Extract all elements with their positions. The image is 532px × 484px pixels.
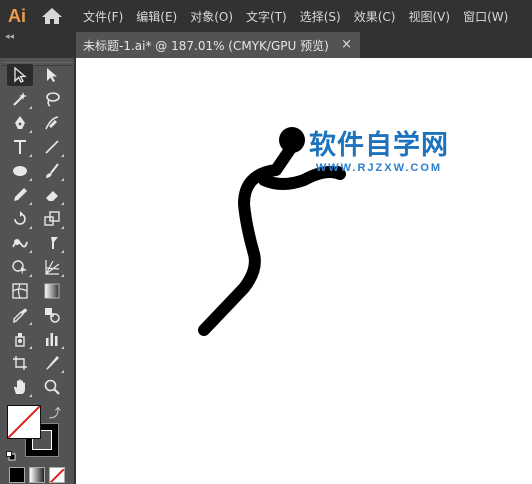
app-logo: Ai <box>8 5 26 26</box>
slice-tool-icon[interactable] <box>39 352 65 374</box>
document-tab[interactable]: 未标题-1.ai* @ 187.01% (CMYK/GPU 预览) × <box>76 32 360 58</box>
document-tab-title: 未标题-1.ai* @ 187.01% (CMYK/GPU 预览) <box>83 38 329 53</box>
artboard-canvas[interactable]: 软件自学网 WWW.RJZXW.COM <box>76 58 532 484</box>
home-button[interactable] <box>40 6 64 26</box>
curvature-tool-icon[interactable] <box>39 112 65 134</box>
ellipse-tool-icon[interactable] <box>7 160 33 182</box>
menu-select[interactable]: 选择(S) <box>300 8 341 25</box>
direct-selection-tool-icon[interactable] <box>39 64 65 86</box>
warp-tool-icon[interactable] <box>7 232 33 254</box>
column-graph-tool-icon[interactable] <box>39 328 65 350</box>
pencil-tool-icon[interactable] <box>7 184 33 206</box>
selection-tool-icon[interactable] <box>7 64 33 86</box>
symbol-sprayer-tool-icon[interactable] <box>7 328 33 350</box>
menu-bar: Ai 文件(F) 编辑(E) 对象(O) 文字(T) 选择(S) 效果(C) 视… <box>0 0 532 32</box>
panel-collapse-button[interactable]: ◂◂ <box>5 32 14 42</box>
blend-tool-icon[interactable] <box>39 304 65 326</box>
default-fill-stroke-icon[interactable] <box>6 446 16 461</box>
menu-edit[interactable]: 编辑(E) <box>136 8 177 25</box>
close-tab-icon[interactable]: × <box>341 37 352 52</box>
perspective-grid-tool-icon[interactable] <box>39 256 65 278</box>
rotate-tool-icon[interactable] <box>7 208 33 230</box>
menu-window[interactable]: 窗口(W) <box>463 8 508 25</box>
color-mode-button[interactable] <box>9 467 25 483</box>
menu-effect[interactable]: 效果(C) <box>354 8 396 25</box>
none-mode-button[interactable] <box>49 467 65 483</box>
menu-type[interactable]: 文字(T) <box>246 8 287 25</box>
stick-figure-path[interactable] <box>76 58 532 484</box>
home-icon <box>42 8 62 24</box>
gradient-tool-icon[interactable] <box>39 280 65 302</box>
artboard-tool-icon[interactable] <box>7 352 33 374</box>
fill-color-swatch[interactable] <box>7 405 41 439</box>
menu-items: 文件(F) 编辑(E) 对象(O) 文字(T) 选择(S) 效果(C) 视图(V… <box>83 0 521 32</box>
watermark-title: 软件自学网 <box>309 130 449 161</box>
gradient-mode-button[interactable] <box>29 467 45 483</box>
magic-wand-tool-icon[interactable] <box>7 88 33 110</box>
paintbrush-tool-icon[interactable] <box>39 160 65 182</box>
lasso-tool-icon[interactable] <box>39 88 65 110</box>
type-tool-icon[interactable] <box>7 136 33 158</box>
line-segment-tool-icon[interactable] <box>39 136 65 158</box>
mesh-tool-icon[interactable] <box>7 280 33 302</box>
none-fill-icon <box>8 406 40 438</box>
menu-view[interactable]: 视图(V) <box>408 8 450 25</box>
pen-tool-icon[interactable] <box>7 112 33 134</box>
swap-fill-stroke-icon[interactable]: ⤴ <box>49 404 61 421</box>
scale-tool-icon[interactable] <box>39 208 65 230</box>
shape-builder-tool-icon[interactable] <box>7 256 33 278</box>
watermark: 软件自学网 WWW.RJZXW.COM <box>309 130 449 174</box>
watermark-url: WWW.RJZXW.COM <box>315 162 443 174</box>
eyedropper-tool-icon[interactable] <box>7 304 33 326</box>
menu-object[interactable]: 对象(O) <box>190 8 233 25</box>
hand-tool-icon[interactable] <box>7 376 33 398</box>
zoom-tool-icon[interactable] <box>39 376 65 398</box>
menu-file[interactable]: 文件(F) <box>83 8 123 25</box>
puppet-warp-tool-icon[interactable] <box>39 232 65 254</box>
eraser-tool-icon[interactable] <box>39 184 65 206</box>
